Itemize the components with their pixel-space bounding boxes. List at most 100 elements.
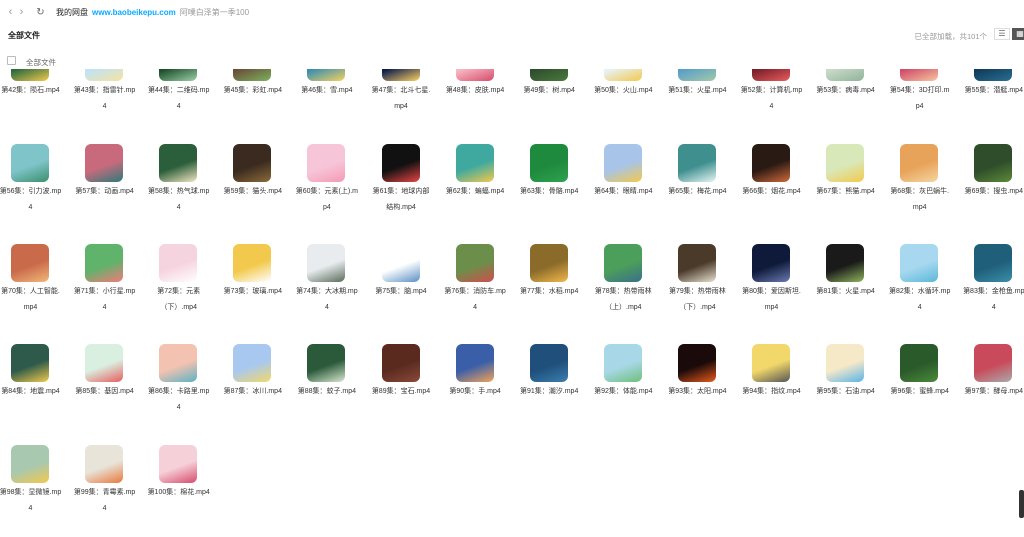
video-thumbnail[interactable] xyxy=(529,344,568,382)
scrollbar[interactable] xyxy=(1019,490,1024,518)
file-name[interactable]: 第80集：爱因斯坦.mp4 xyxy=(740,284,803,316)
video-thumbnail[interactable] xyxy=(381,244,420,282)
file-name[interactable]: 第100集：棉花.mp4 xyxy=(147,485,210,501)
video-thumbnail[interactable] xyxy=(85,244,124,282)
file-name[interactable]: 第53集：病毒.mp4 xyxy=(814,83,877,99)
file-name[interactable]: 第50集：火山.mp4 xyxy=(592,83,655,99)
video-thumbnail[interactable] xyxy=(974,144,1013,182)
select-all-checkbox[interactable] xyxy=(7,56,16,65)
file-name[interactable]: 第91集：潮汐.mp4 xyxy=(518,384,581,400)
video-thumbnail[interactable] xyxy=(455,344,494,382)
video-thumbnail[interactable] xyxy=(974,344,1013,382)
video-thumbnail[interactable] xyxy=(677,144,716,182)
video-thumbnail[interactable] xyxy=(677,344,716,382)
video-thumbnail[interactable] xyxy=(900,244,939,282)
file-name[interactable]: 第87集：冰川.mp4 xyxy=(221,384,284,400)
file-name[interactable]: 第88集：蚊子.mp4 xyxy=(295,384,358,400)
video-thumbnail[interactable] xyxy=(233,69,272,81)
video-thumbnail[interactable] xyxy=(752,144,790,182)
file-name[interactable]: 第75集：脑.mp4 xyxy=(370,284,433,300)
forward-icon[interactable]: › xyxy=(16,6,27,18)
file-name[interactable]: 第94集：指纹.mp4 xyxy=(740,384,803,400)
file-name[interactable]: 第97集：酵母.mp4 xyxy=(962,384,1024,400)
back-icon[interactable]: ‹ xyxy=(5,6,16,18)
file-name[interactable]: 第98集：显微镜.mp4 xyxy=(0,485,62,517)
video-thumbnail[interactable] xyxy=(529,244,568,282)
video-thumbnail[interactable] xyxy=(233,344,272,382)
video-thumbnail[interactable] xyxy=(826,69,865,81)
file-name[interactable]: 第82集：水循环.mp4 xyxy=(888,284,951,316)
file-name[interactable]: 第76集：消防车.mp4 xyxy=(444,284,507,316)
file-name[interactable]: 第93集：太阳.mp4 xyxy=(666,384,729,400)
video-thumbnail[interactable] xyxy=(159,344,198,382)
file-name[interactable]: 第48集：皮肤.mp4 xyxy=(444,83,507,99)
file-name[interactable]: 第56集：引力波.mp4 xyxy=(0,184,62,216)
video-thumbnail[interactable] xyxy=(900,344,939,382)
video-thumbnail[interactable] xyxy=(529,144,568,182)
video-thumbnail[interactable] xyxy=(900,144,939,182)
file-name[interactable]: 第70集：人工智能.mp4 xyxy=(0,284,62,316)
file-name[interactable]: 第69集：搜虫.mp4 xyxy=(962,184,1024,200)
video-thumbnail[interactable] xyxy=(529,69,568,81)
file-name[interactable]: 第84集：地震.mp4 xyxy=(0,384,62,400)
video-thumbnail[interactable] xyxy=(11,69,49,81)
video-thumbnail[interactable] xyxy=(974,69,1013,81)
file-name[interactable]: 第65集：梅花.mp4 xyxy=(666,184,729,200)
file-name[interactable]: 第71集：小行星.mp4 xyxy=(73,284,136,316)
video-thumbnail[interactable] xyxy=(307,244,346,282)
list-view-icon[interactable]: ☰ xyxy=(994,28,1010,40)
file-name[interactable]: 第67集：熊猫.mp4 xyxy=(814,184,877,200)
video-thumbnail[interactable] xyxy=(603,69,642,81)
file-name[interactable]: 第52集：计算机.mp4 xyxy=(740,83,803,115)
file-name[interactable]: 第47集：北斗七星.mp4 xyxy=(370,83,433,115)
file-name[interactable]: 第74集：大冰期.mp4 xyxy=(295,284,358,316)
file-name[interactable]: 第81集：火星.mp4 xyxy=(814,284,877,300)
video-thumbnail[interactable] xyxy=(85,69,124,81)
video-thumbnail[interactable] xyxy=(159,244,198,282)
video-thumbnail[interactable] xyxy=(603,144,642,182)
file-name[interactable]: 第62集：蝙蝠.mp4 xyxy=(444,184,507,200)
video-thumbnail[interactable] xyxy=(381,69,420,81)
file-name[interactable]: 第92集：体能.mp4 xyxy=(592,384,655,400)
file-name[interactable]: 第66集：烟花.mp4 xyxy=(740,184,803,200)
breadcrumb-folder-link[interactable]: www.baobeikepu.com xyxy=(92,8,176,17)
video-thumbnail[interactable] xyxy=(752,69,790,81)
file-name[interactable]: 第44集：二维码.mp4 xyxy=(147,83,210,115)
file-name[interactable]: 第55集：潜艇.mp4 xyxy=(962,83,1024,99)
video-thumbnail[interactable] xyxy=(307,69,346,81)
file-name[interactable]: 第60集：元素(上).mp4 xyxy=(295,184,358,216)
breadcrumb-root[interactable]: 我的网盘 xyxy=(56,7,88,18)
file-name[interactable]: 第68集：灰巴蜗牛.mp4 xyxy=(888,184,951,216)
video-thumbnail[interactable] xyxy=(974,244,1013,282)
video-thumbnail[interactable] xyxy=(11,144,49,182)
file-name[interactable]: 第79集：热带雨林（下）.mp4 xyxy=(666,284,729,316)
file-name[interactable]: 第57集：动画.mp4 xyxy=(73,184,136,200)
video-thumbnail[interactable] xyxy=(381,344,420,382)
file-name[interactable]: 第49集：树.mp4 xyxy=(518,83,581,99)
file-name[interactable]: 第72集：元素（下）.mp4 xyxy=(147,284,210,316)
video-thumbnail[interactable] xyxy=(11,344,49,382)
file-name[interactable]: 第95集：石油.mp4 xyxy=(814,384,877,400)
video-thumbnail[interactable] xyxy=(381,144,420,182)
video-thumbnail[interactable] xyxy=(11,445,49,483)
file-name[interactable]: 第89集：宝石.mp4 xyxy=(370,384,433,400)
video-thumbnail[interactable] xyxy=(85,344,124,382)
video-thumbnail[interactable] xyxy=(455,144,494,182)
video-thumbnail[interactable] xyxy=(603,344,642,382)
video-thumbnail[interactable] xyxy=(233,244,272,282)
file-name[interactable]: 第78集：热带雨林（上）.mp4 xyxy=(592,284,655,316)
file-name[interactable]: 第63集：骨骼.mp4 xyxy=(518,184,581,200)
video-thumbnail[interactable] xyxy=(455,69,494,81)
video-thumbnail[interactable] xyxy=(826,344,865,382)
file-name[interactable]: 第58集：热气球.mp4 xyxy=(147,184,210,216)
video-thumbnail[interactable] xyxy=(159,445,198,483)
video-thumbnail[interactable] xyxy=(752,344,790,382)
file-name[interactable]: 第54集：3D打印.mp4 xyxy=(888,83,951,115)
file-name[interactable]: 第45集：彩虹.mp4 xyxy=(221,83,284,99)
file-name[interactable]: 第85集：基因.mp4 xyxy=(73,384,136,400)
video-thumbnail[interactable] xyxy=(826,144,865,182)
video-thumbnail[interactable] xyxy=(455,244,494,282)
file-name[interactable]: 第43集：指雷针.mp4 xyxy=(73,83,136,115)
video-thumbnail[interactable] xyxy=(159,69,198,81)
file-name[interactable]: 第96集：蜜蜂.mp4 xyxy=(888,384,951,400)
